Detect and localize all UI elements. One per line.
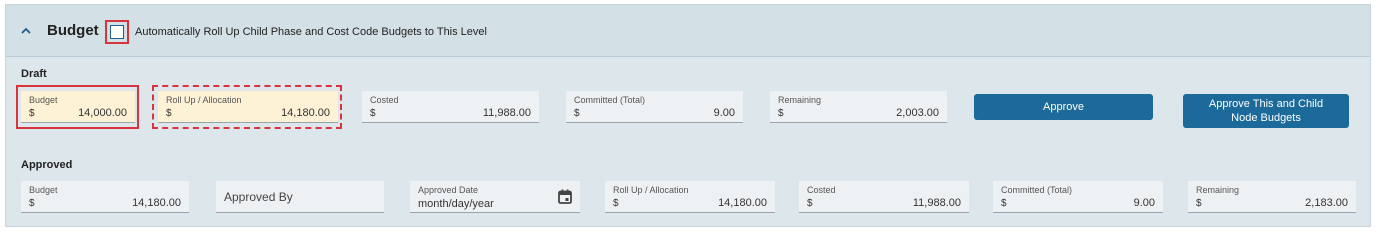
currency-symbol: $ (1196, 198, 1202, 209)
approved-remaining-field: Remaining $ 2,183.00 (1188, 181, 1356, 213)
currency-symbol: $ (778, 108, 784, 119)
currency-symbol: $ (613, 198, 619, 209)
chevron-up-icon[interactable] (19, 25, 33, 37)
currency-symbol: $ (1001, 198, 1007, 209)
field-label: Remaining (778, 95, 822, 105)
approved-label: Approved (21, 159, 73, 171)
rollup-checkbox-label[interactable]: Automatically Roll Up Child Phase and Co… (135, 26, 487, 38)
approved-date-field[interactable]: Approved Date month/day/year (410, 181, 580, 213)
field-value: 2,003.00 (896, 107, 939, 119)
calendar-icon[interactable] (558, 189, 572, 204)
currency-symbol: $ (370, 108, 376, 119)
rollup-checkbox[interactable] (110, 25, 124, 39)
field-label: Costed (370, 95, 399, 105)
draft-committed-field: Committed (Total) $ 9.00 (566, 91, 743, 123)
budget-panel: Budget Automatically Roll Up Child Phase… (5, 4, 1371, 227)
field-label: Roll Up / Allocation (613, 185, 689, 195)
field-value: 11,988.00 (912, 197, 961, 209)
field-value: 9.00 (1133, 197, 1155, 209)
currency-symbol: $ (807, 198, 813, 209)
approved-committed-field: Committed (Total) $ 9.00 (993, 181, 1163, 213)
field-value: 14,180.00 (132, 197, 181, 209)
approved-budget-field: Budget $ 14,180.00 (21, 181, 189, 213)
section-title: Budget (47, 22, 99, 39)
approved-by-placeholder: Approved By (224, 190, 293, 204)
approve-button[interactable]: Approve (974, 94, 1153, 120)
field-value: 9.00 (713, 107, 735, 119)
field-label: Committed (Total) (1001, 185, 1073, 195)
field-label: Budget (29, 185, 58, 195)
currency-symbol: $ (574, 108, 580, 119)
field-value: 14,180.00 (718, 197, 767, 209)
field-value: 11,988.00 (482, 107, 531, 119)
budget-highlight (16, 85, 139, 129)
approved-rollup-field: Roll Up / Allocation $ 14,180.00 (605, 181, 775, 213)
field-label: Remaining (1196, 185, 1240, 195)
approve-children-button[interactable]: Approve This and Child Node Budgets (1183, 94, 1349, 128)
budget-header: Budget Automatically Roll Up Child Phase… (6, 5, 1370, 57)
rollup-highlight (152, 85, 342, 129)
draft-label: Draft (21, 68, 47, 80)
approved-costed-field: Costed $ 11,988.00 (799, 181, 969, 213)
field-label: Costed (807, 185, 836, 195)
field-label: Approved Date (418, 185, 479, 195)
currency-symbol: $ (29, 198, 35, 209)
draft-remaining-field: Remaining $ 2,003.00 (770, 91, 947, 123)
field-value: 2,183.00 (1305, 197, 1348, 209)
approved-by-field[interactable]: Approved By (216, 181, 384, 213)
date-placeholder: month/day/year (418, 198, 494, 210)
draft-costed-field: Costed $ 11,988.00 (362, 91, 539, 123)
field-label: Committed (Total) (574, 95, 646, 105)
